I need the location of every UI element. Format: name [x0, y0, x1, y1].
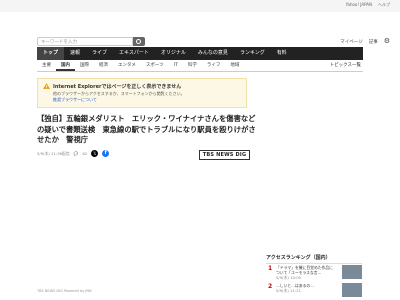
- warning-title: Internet Explorerではページを正しく表示できません: [53, 84, 182, 90]
- ranking-item[interactable]: 1 「ドラマ」を機に目覚めた作品について「ユーモラスな言… 5/9(木) 10:…: [266, 265, 362, 283]
- ranking-thumbnail[interactable]: [342, 283, 362, 297]
- sub-nav: 主要 国内 国際 経済 エンタメ スポーツ IT 科学 ライフ 地域 トピックス…: [37, 60, 363, 72]
- source-logo[interactable]: TBS NEWS DIG: [199, 150, 250, 160]
- utility-links: Yahoo! JAPAN ヘルプ: [346, 2, 390, 8]
- ranking-date: 5/9(木) 10:05: [276, 275, 302, 280]
- yahoo-japan-link[interactable]: Yahoo! JAPAN: [346, 2, 372, 8]
- main-nav-ranking[interactable]: ランキング: [234, 47, 271, 60]
- article-headline: 【独自】五輪銀メダリスト エリック・ワイナイナさんを傷害などの疑いで書類送検 東…: [37, 114, 256, 144]
- browser-warning: Internet Explorerではページを正しく表示できません 他のブラウザ…: [37, 78, 247, 108]
- main-nav-opinions[interactable]: みんなの意見: [192, 47, 234, 60]
- sub-nav-local[interactable]: 地域: [225, 60, 244, 71]
- main-nav-top[interactable]: トップ: [37, 47, 65, 60]
- ranking-item[interactable]: 2 …しいと…はあるの… 5/9(木) 11:21: [266, 283, 362, 300]
- ranking-thumbnail[interactable]: [342, 265, 362, 279]
- ranking-text: 「ドラマ」を機に目覚めた作品について「ユーモラスな言… 5/9(木) 10:05: [276, 265, 336, 280]
- search-button[interactable]: [133, 37, 145, 46]
- sub-nav-main[interactable]: 主要: [37, 60, 56, 71]
- sub-nav-international[interactable]: 国際: [75, 60, 94, 71]
- main-nav-live[interactable]: ライブ: [86, 47, 113, 60]
- article-date: 5/9(木) 11:36配信: [37, 150, 70, 156]
- help-link[interactable]: ヘルプ: [378, 2, 390, 8]
- ranking-number: 1: [268, 265, 273, 272]
- header-links: マイページ 記事 ⚙: [340, 38, 390, 45]
- article-meta: 5/9(木) 11:36配信 💬 62 𝕏 f: [37, 150, 110, 157]
- ranking-headline: 「ドラマ」を機に目覚めた作品について「ユーモラスな言…: [276, 265, 333, 275]
- header: キーワードを入力 マイページ 記事 ⚙: [0, 28, 400, 46]
- sub-nav-economy[interactable]: 経済: [94, 60, 113, 71]
- sub-nav-entertainment[interactable]: エンタメ: [113, 60, 141, 71]
- article-link[interactable]: 記事: [369, 39, 378, 45]
- comment-count[interactable]: 62: [82, 151, 87, 156]
- main-nav: トップ 速報 ライブ エキスパート オリジナル みんなの意見 ランキング 有料: [37, 47, 363, 60]
- ranking-number: 2: [268, 283, 273, 290]
- utility-bar: Yahoo! JAPAN ヘルプ: [0, 0, 400, 12]
- page: Yahoo! JAPAN ヘルプ キーワードを入力 マイページ 記事 ⚙ トップ…: [0, 0, 400, 300]
- warning-body: 他のブラウザーからアクセスするか、スマートフォンから閲覧ください。 推奨ブラウザ…: [53, 91, 243, 103]
- sub-nav-science[interactable]: 科学: [183, 60, 202, 71]
- gear-icon[interactable]: ⚙: [384, 38, 390, 45]
- ranking-date: 5/9(木) 11:21: [276, 288, 302, 293]
- warning-text: 他のブラウザーからアクセスするか、スマートフォンから閲覧ください。: [53, 91, 185, 96]
- sub-nav-domestic[interactable]: 国内: [56, 60, 75, 71]
- article-credit: TBS NEWS DIG Powered by JNN: [37, 289, 92, 293]
- main-nav-original[interactable]: オリジナル: [155, 47, 192, 60]
- warning-icon: [43, 83, 50, 89]
- ranking-title: アクセスランキング（国内）: [266, 254, 362, 264]
- mypage-link[interactable]: マイページ: [340, 39, 362, 45]
- main-nav-breaking[interactable]: 速報: [64, 47, 86, 60]
- search-input[interactable]: キーワードを入力: [37, 37, 133, 46]
- sub-nav-it[interactable]: IT: [169, 60, 183, 71]
- main-nav-paid[interactable]: 有料: [271, 47, 293, 60]
- x-share-icon[interactable]: 𝕏: [91, 150, 99, 157]
- recommended-browser-link[interactable]: 推奨ブラウザーについて: [53, 97, 97, 102]
- sub-nav-life[interactable]: ライフ: [202, 60, 226, 71]
- topics-list-link[interactable]: トピックス一覧: [330, 60, 363, 72]
- search-icon: [136, 38, 141, 44]
- ranking-text: …しいと…はあるの… 5/9(木) 11:21: [276, 283, 336, 293]
- main-nav-expert[interactable]: エキスパート: [113, 47, 155, 60]
- comment-icon[interactable]: 💬: [74, 151, 79, 156]
- facebook-share-icon[interactable]: f: [102, 150, 110, 157]
- sub-nav-sports[interactable]: スポーツ: [141, 60, 169, 71]
